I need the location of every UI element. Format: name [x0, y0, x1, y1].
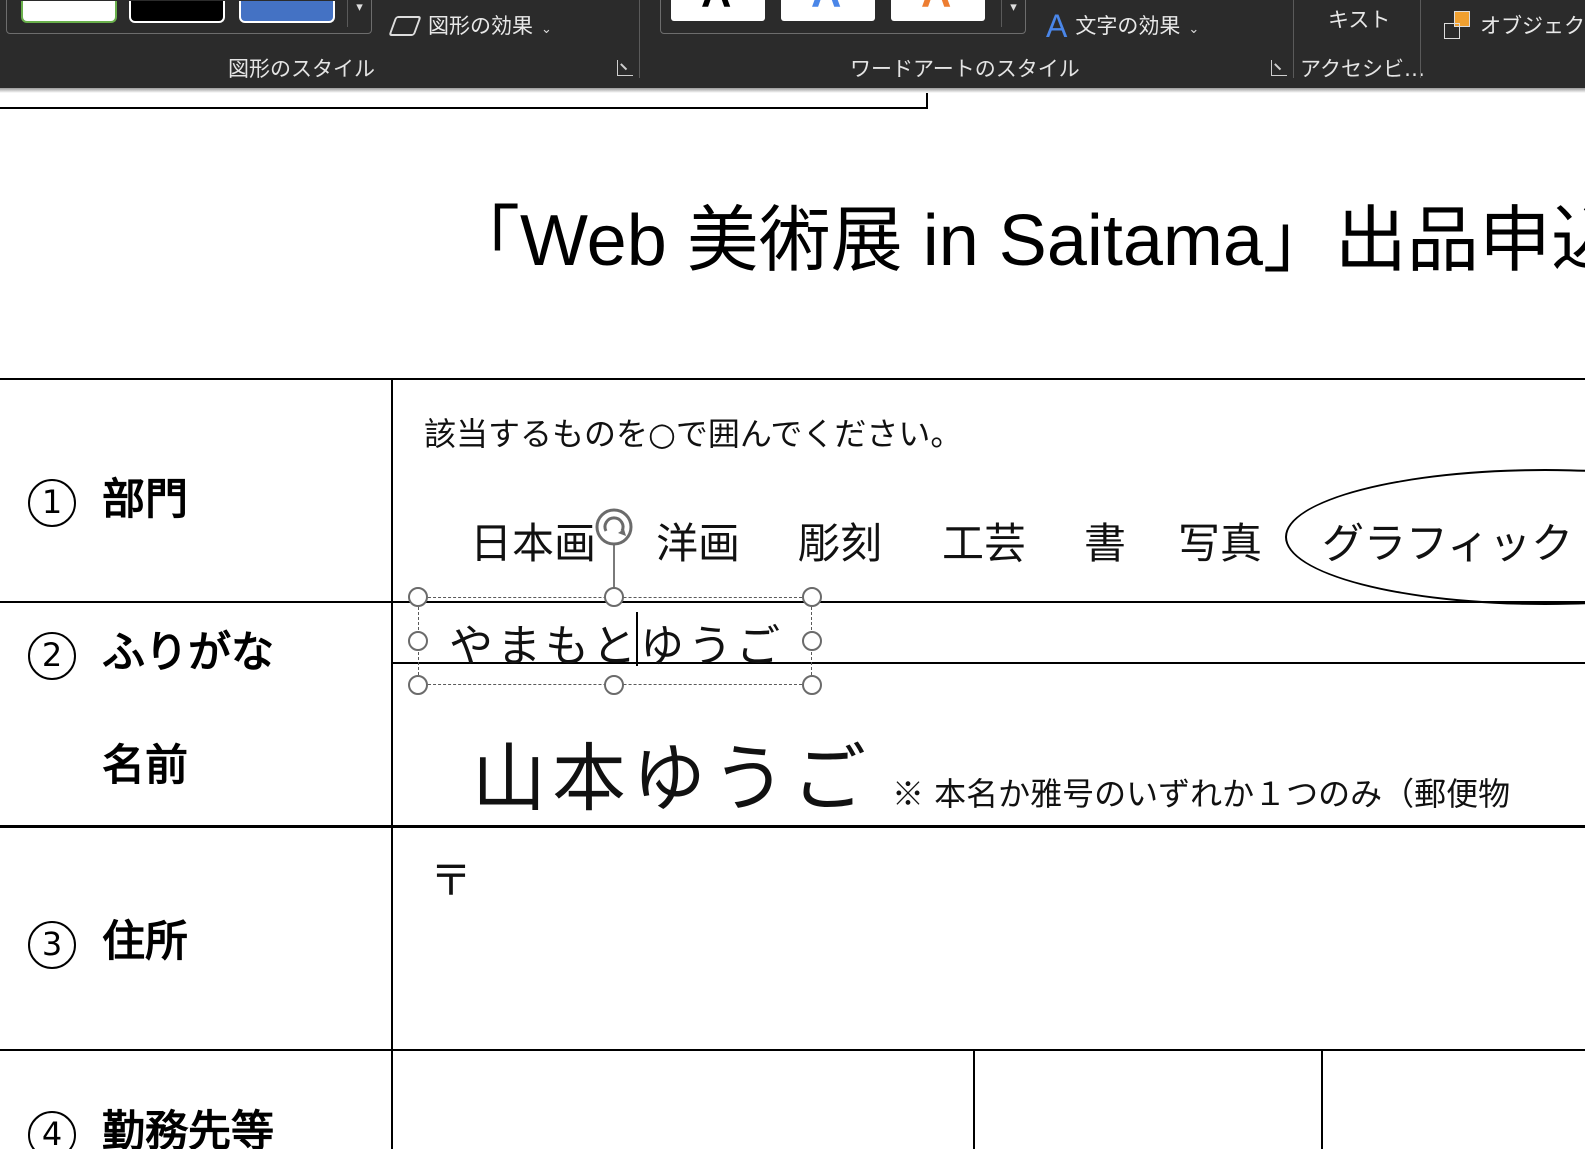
- text-effects-icon: A: [1046, 8, 1068, 44]
- department-instruction[interactable]: 該当するものを○で囲んでください。: [424, 409, 962, 455]
- ribbon-separator: [1420, 0, 1421, 78]
- row-number: 3: [28, 920, 76, 969]
- shape-style-green[interactable]: [21, 1, 117, 23]
- shape-effects-icon: [388, 16, 422, 36]
- shape-effects-button[interactable]: 図形の効果 ⌄: [388, 10, 552, 40]
- shape-style-blue[interactable]: [239, 1, 335, 23]
- previous-text-box[interactable]: [0, 93, 928, 109]
- chevron-down-icon: ⌄: [1188, 22, 1200, 37]
- wordart-styles-group-label: ワードアートのスタイル: [850, 57, 1080, 81]
- text-effects-button[interactable]: A 文字の効果 ⌄: [1046, 8, 1199, 45]
- table-border-top: [0, 378, 1585, 380]
- category-calligraphy[interactable]: 書: [1084, 510, 1126, 571]
- text-cursor: [636, 612, 638, 666]
- category-photo[interactable]: 写真: [1178, 510, 1262, 571]
- alt-text-button[interactable]: キスト: [1328, 4, 1390, 34]
- wordart-style-black[interactable]: A: [671, 0, 765, 21]
- resize-handle-right[interactable]: [802, 631, 822, 651]
- selection-ellipse-shape[interactable]: [1285, 469, 1585, 605]
- postal-mark[interactable]: 〒: [430, 847, 472, 908]
- resize-handle-top[interactable]: [604, 587, 624, 607]
- category-nihonga[interactable]: 日本画: [470, 510, 596, 571]
- wordart-style-orange[interactable]: A: [891, 0, 985, 21]
- resize-handle-bottom-left[interactable]: [408, 675, 428, 695]
- row-label-department[interactable]: 1 部門: [28, 465, 188, 527]
- selection-pane-label: オブジェク: [1480, 14, 1585, 38]
- resize-handle-top-left[interactable]: [408, 587, 428, 607]
- table-label-column-border: [391, 378, 393, 1149]
- category-yoga[interactable]: 洋画: [656, 510, 740, 571]
- table-border-row3: [0, 1049, 1585, 1051]
- row-label-employer[interactable]: 4 勤務先等: [28, 1097, 274, 1149]
- selection-pane-button[interactable]: オブジェク: [1444, 10, 1585, 41]
- furigana-text-box[interactable]: やまもとゆうご: [418, 597, 812, 685]
- furigana-value[interactable]: やまもとゆうご: [449, 610, 784, 674]
- wordart-styles-launcher-icon[interactable]: [1271, 60, 1287, 76]
- resize-handle-left[interactable]: [408, 631, 428, 651]
- rotate-handle-icon[interactable]: [594, 507, 634, 547]
- document-page: 「Web 美術展 in Saitama」出品申込 1 部門 2 ふりがな 名前 3住…: [0, 93, 1585, 1149]
- table-column-border: [1321, 1049, 1323, 1149]
- resize-handle-bottom-right[interactable]: [802, 675, 822, 695]
- category-crafts[interactable]: 工芸: [942, 510, 1026, 571]
- accessibility-group-label: アクセシビ…: [1300, 57, 1425, 81]
- name-note[interactable]: ※ 本名か雅号のいずれか１つのみ（郵便物: [892, 769, 1510, 815]
- text-effects-label: 文字の効果: [1075, 14, 1181, 38]
- shape-effects-label: 図形の効果: [428, 14, 533, 38]
- ribbon: ▾ 図形の効果 ⌄ 図形のスタイル A A A ▾ A 文字の効果 ⌄ ワードアートの…: [0, 0, 1585, 88]
- category-sculpture[interactable]: 彫刻: [798, 510, 882, 571]
- resize-handle-bottom[interactable]: [604, 675, 624, 695]
- shape-styles-group-label: 図形のスタイル: [228, 57, 375, 81]
- resize-handle-top-right[interactable]: [802, 587, 822, 607]
- row-number: 2: [28, 631, 76, 680]
- document-title[interactable]: 「Web 美術展 in Saitama」出品申込: [448, 181, 1585, 286]
- wordart-style-more-button[interactable]: ▾: [1001, 0, 1025, 27]
- name-value[interactable]: 山本ゆうご: [472, 719, 872, 826]
- ribbon-separator: [639, 0, 640, 78]
- selection-pane-icon: [1444, 11, 1474, 41]
- ribbon-separator: [1293, 0, 1294, 78]
- chevron-down-icon: ⌄: [541, 22, 552, 37]
- wordart-style-gallery[interactable]: A A A ▾: [660, 0, 1026, 34]
- row-number: 1: [28, 478, 76, 527]
- wordart-style-blue[interactable]: A: [781, 0, 875, 21]
- row-label-furigana[interactable]: 2 ふりがな: [28, 618, 274, 680]
- row-label-name[interactable]: 名前: [102, 731, 188, 793]
- table-column-border: [973, 1049, 975, 1149]
- shape-style-more-button[interactable]: ▾: [347, 0, 371, 27]
- shape-style-black[interactable]: [129, 1, 225, 23]
- shape-style-gallery[interactable]: ▾: [6, 0, 372, 34]
- row-number: 4: [28, 1110, 76, 1149]
- shape-styles-launcher-icon[interactable]: [617, 60, 633, 76]
- row-label-address[interactable]: 3 住所: [28, 907, 188, 969]
